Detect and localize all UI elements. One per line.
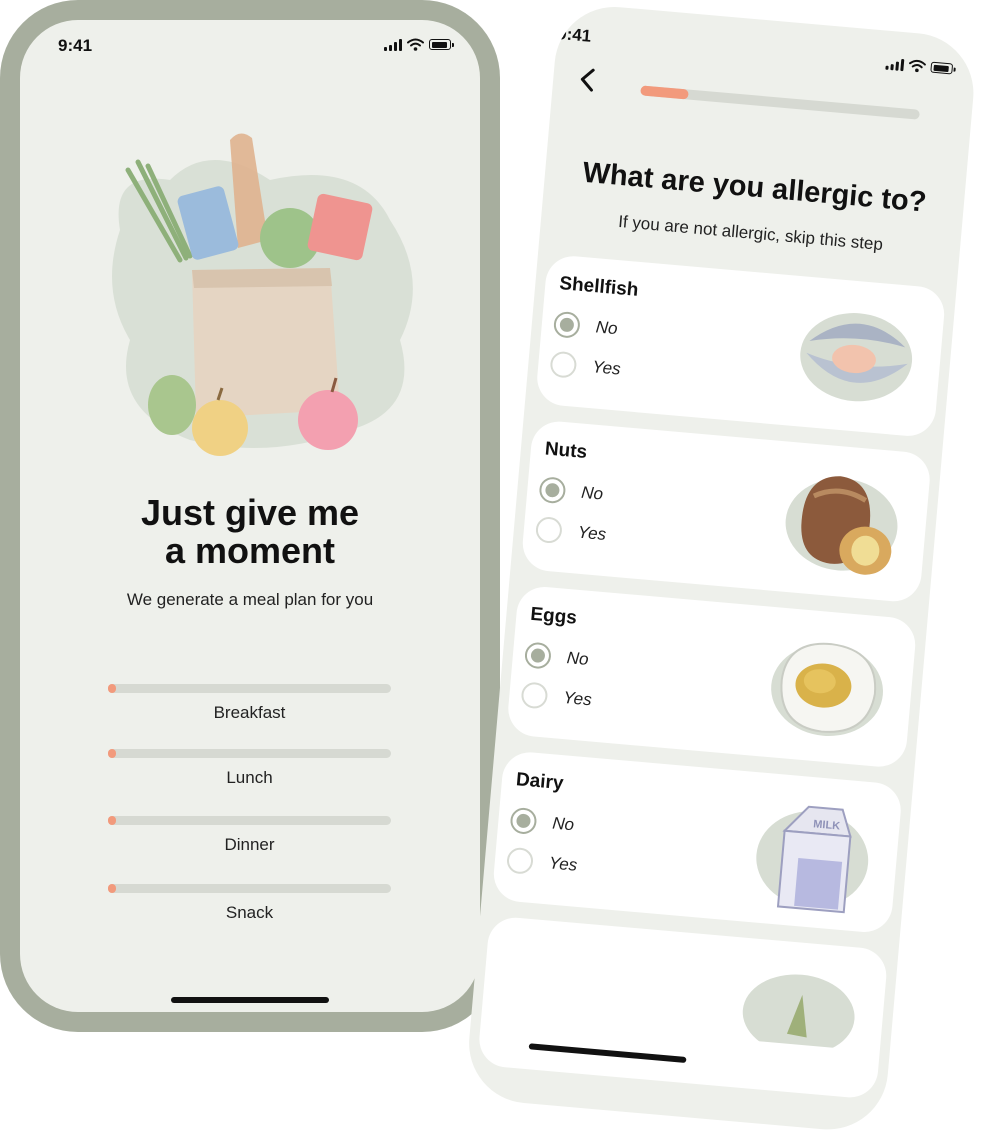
meal-label: Breakfast: [213, 703, 286, 722]
allergen-card-dairy: Dairy No Yes MILK: [491, 750, 904, 935]
battery-icon: [429, 39, 454, 50]
loading-screen: 9:41 Just give me a moment We generate a…: [20, 20, 480, 1012]
status-icons: [384, 38, 454, 51]
progress-track: [108, 749, 391, 758]
allergen-card-next: [477, 915, 889, 1100]
option-label: No: [580, 482, 604, 504]
progress-fill: [640, 85, 689, 100]
home-indicator[interactable]: [171, 997, 329, 1003]
option-label: No: [594, 317, 619, 339]
egg-icon: [771, 642, 883, 736]
allergen-card-nuts: Nuts No Yes: [520, 419, 933, 604]
option-yes[interactable]: Yes: [549, 350, 622, 383]
option-label: Yes: [591, 357, 622, 379]
allergen-name: Eggs: [529, 603, 578, 629]
allergen-name: Shellfish: [558, 273, 640, 301]
wifi-icon: [407, 38, 424, 51]
step-progress-bar: [640, 85, 920, 120]
signal-icon: [384, 38, 402, 51]
progress-fill: [108, 816, 117, 825]
progress-track: [108, 884, 391, 893]
meal-progress-lunch: Lunch: [108, 749, 391, 788]
option-no[interactable]: No: [538, 476, 604, 507]
signal-icon: [885, 57, 905, 71]
meal-progress-snack: Snack: [108, 884, 391, 923]
radio-selected[interactable]: [552, 310, 581, 339]
option-label: No: [566, 648, 590, 669]
radio-unselected[interactable]: [520, 681, 549, 710]
radio-unselected[interactable]: [534, 515, 564, 545]
meal-label: Snack: [225, 903, 274, 922]
progress-fill: [108, 749, 117, 758]
grocery-bag-illustration: [112, 133, 413, 456]
allergy-screen: 9:41 What are you allergic to? If you ar…: [464, 2, 979, 1134]
loading-title: Just give me a moment: [140, 492, 360, 571]
loading-subtitle: We generate a meal plan for you: [126, 590, 374, 609]
meal-progress-dinner: Dinner: [108, 816, 391, 855]
option-yes[interactable]: Yes: [505, 846, 579, 879]
meal-label: Dinner: [224, 835, 275, 854]
wifi-icon: [908, 59, 926, 73]
progress-fill: [108, 684, 117, 693]
radio-selected[interactable]: [509, 806, 538, 836]
milk-carton-label: MILK: [813, 818, 841, 832]
back-chevron-icon[interactable]: [574, 66, 602, 94]
battery-icon: [930, 61, 954, 75]
option-no[interactable]: No: [523, 641, 590, 672]
phone-frame-left: 9:41 Just give me a moment We generate a…: [0, 0, 500, 1032]
progress-fill: [108, 884, 117, 893]
option-no[interactable]: No: [552, 310, 619, 342]
allergen-card-shellfish: Shellfish No Yes: [534, 253, 947, 439]
radio-selected[interactable]: [538, 476, 567, 505]
status-time: 9:41: [58, 36, 93, 55]
progress-track: [108, 816, 391, 825]
option-label: Yes: [562, 687, 593, 710]
status-time: 9:41: [556, 23, 592, 46]
option-yes[interactable]: Yes: [534, 515, 607, 548]
oyster-icon: [800, 313, 913, 402]
radio-selected[interactable]: [523, 641, 553, 670]
milk-carton-icon: MILK: [756, 805, 869, 914]
allergen-name: Nuts: [544, 438, 588, 464]
hazelnut-icon: [785, 476, 898, 575]
allergen-name: Dairy: [515, 769, 565, 795]
meal-label: Lunch: [226, 768, 273, 787]
option-label: Yes: [548, 853, 579, 875]
option-yes[interactable]: Yes: [520, 681, 592, 713]
herb-icon: [742, 974, 855, 1050]
option-label: No: [551, 813, 575, 835]
meal-progress-breakfast: Breakfast: [108, 684, 391, 723]
option-no[interactable]: No: [509, 806, 575, 838]
radio-unselected[interactable]: [505, 846, 535, 875]
radio-unselected[interactable]: [549, 350, 578, 379]
option-label: Yes: [577, 522, 607, 545]
status-icons: [885, 57, 954, 76]
progress-track: [108, 684, 391, 693]
allergen-card-eggs: Eggs No Yes: [505, 584, 918, 769]
